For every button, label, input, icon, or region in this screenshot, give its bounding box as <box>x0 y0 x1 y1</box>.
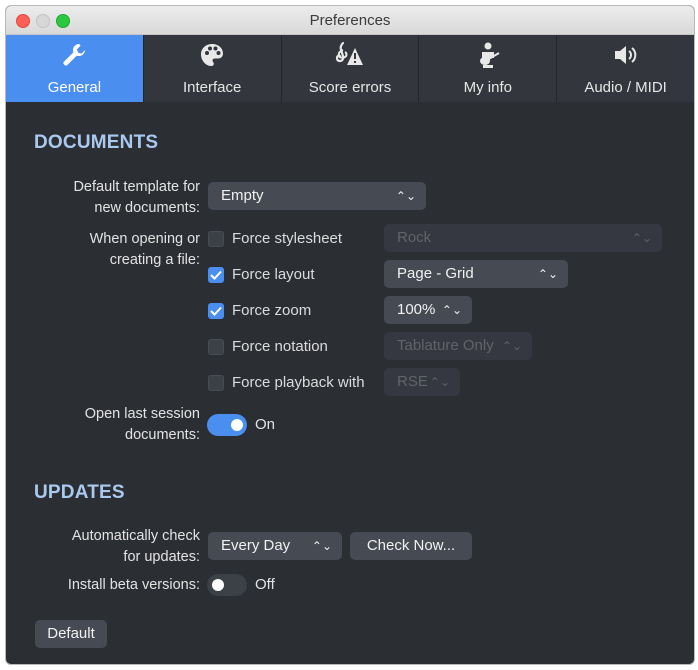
chevron-updown-icon: ⌃⌄ <box>537 267 558 281</box>
chevron-updown-icon: ⌃⌄ <box>429 375 450 389</box>
default-template-select[interactable]: Empty ⌃⌄ <box>208 182 426 210</box>
clef-warning-icon <box>282 41 419 69</box>
install-beta-toggle[interactable] <box>207 574 247 596</box>
force-notation-label: Force notation <box>232 338 328 355</box>
default-template-label-line-1: Default template for <box>73 179 200 195</box>
speaker-icon <box>557 41 694 69</box>
default-template-label: Default template for new documents: <box>73 177 200 219</box>
tab-my-info-label: My info <box>463 79 512 96</box>
notation-value: Tablature Only <box>397 337 494 354</box>
force-playback-checkbox[interactable] <box>208 375 224 391</box>
tab-general-label: General <box>47 79 102 96</box>
open-last-session-label-line-1: Open last session <box>84 406 200 422</box>
tab-interface[interactable]: Interface <box>142 35 281 102</box>
documents-heading: DOCUMENTS <box>34 132 159 153</box>
chevron-updown-icon: ⌃⌄ <box>395 189 416 203</box>
default-template-value: Empty <box>221 187 264 204</box>
when-opening-label-line-1: When opening or <box>89 231 200 247</box>
tab-score-errors-label: Score errors <box>308 79 392 96</box>
guitarist-icon <box>419 41 556 69</box>
playback-value: RSE <box>397 373 428 390</box>
toggle-knob <box>212 579 224 591</box>
layout-value: Page - Grid <box>397 265 474 282</box>
default-template-label-line-2: new documents: <box>94 200 200 216</box>
stylesheet-select[interactable]: Rock ⌃⌄ <box>384 224 662 252</box>
force-stylesheet-label: Force stylesheet <box>232 230 343 247</box>
open-last-session-label: Open last session documents: <box>85 404 200 446</box>
when-opening-label-line-2: creating a file: <box>109 252 200 268</box>
stylesheet-value: Rock <box>397 229 432 246</box>
auto-check-label-line-1: Automatically check <box>71 528 200 544</box>
layout-select[interactable]: Page - Grid ⌃⌄ <box>384 260 568 288</box>
auto-check-label: Automatically check for updates: <box>72 526 200 568</box>
force-layout-checkbox[interactable] <box>208 267 224 283</box>
title-bar: Preferences <box>6 6 694 35</box>
updates-heading: UPDATES <box>34 482 125 503</box>
install-beta-state: Off <box>255 576 275 593</box>
when-opening-label: When opening or creating a file: <box>90 229 200 271</box>
notation-select[interactable]: Tablature Only ⌃⌄ <box>384 332 532 360</box>
preferences-window: Preferences General Interface Score erro… <box>6 6 694 664</box>
tab-my-info[interactable]: My info <box>418 35 556 102</box>
chevron-updown-icon: ⌃⌄ <box>441 303 462 317</box>
playback-select[interactable]: RSE ⌃⌄ <box>384 368 460 396</box>
palette-icon <box>144 41 281 69</box>
tab-general[interactable]: General <box>6 35 143 102</box>
tab-audio-midi[interactable]: Audio / MIDI <box>556 35 694 102</box>
force-playback-label: Force playback with <box>232 374 365 391</box>
toggle-knob <box>231 419 243 431</box>
tab-score-errors[interactable]: Score errors <box>280 35 419 102</box>
update-frequency-value: Every Day <box>221 537 291 554</box>
force-zoom-label: Force zoom <box>232 302 312 319</box>
force-layout-label: Force layout <box>232 266 315 283</box>
force-stylesheet-checkbox[interactable] <box>208 231 224 247</box>
open-last-session-state: On <box>255 416 276 433</box>
chevron-updown-icon: ⌃⌄ <box>311 539 332 553</box>
zoom-value: 100% <box>397 301 436 318</box>
open-last-session-toggle[interactable] <box>207 414 247 436</box>
chevron-updown-icon: ⌃⌄ <box>501 339 522 353</box>
open-last-session-label-line-2: documents: <box>125 427 200 443</box>
force-zoom-checkbox[interactable] <box>208 303 224 319</box>
chevron-updown-icon: ⌃⌄ <box>631 231 652 245</box>
checkmark-icon <box>210 270 222 280</box>
tab-audio-midi-label: Audio / MIDI <box>584 79 667 96</box>
zoom-select[interactable]: 100% ⌃⌄ <box>384 296 472 324</box>
tab-interface-label: Interface <box>183 79 242 96</box>
update-frequency-select[interactable]: Every Day ⌃⌄ <box>208 532 342 560</box>
auto-check-label-line-2: for updates: <box>123 549 200 565</box>
default-button[interactable]: Default <box>35 620 107 648</box>
wrench-icon <box>6 41 143 69</box>
install-beta-label: Install beta versions: <box>67 577 200 593</box>
preferences-tab-bar: General Interface Score errors My info A… <box>6 35 694 102</box>
checkmark-icon <box>210 306 222 316</box>
check-now-button[interactable]: Check Now... <box>350 532 472 560</box>
force-notation-checkbox[interactable] <box>208 339 224 355</box>
window-title: Preferences <box>309 12 391 29</box>
